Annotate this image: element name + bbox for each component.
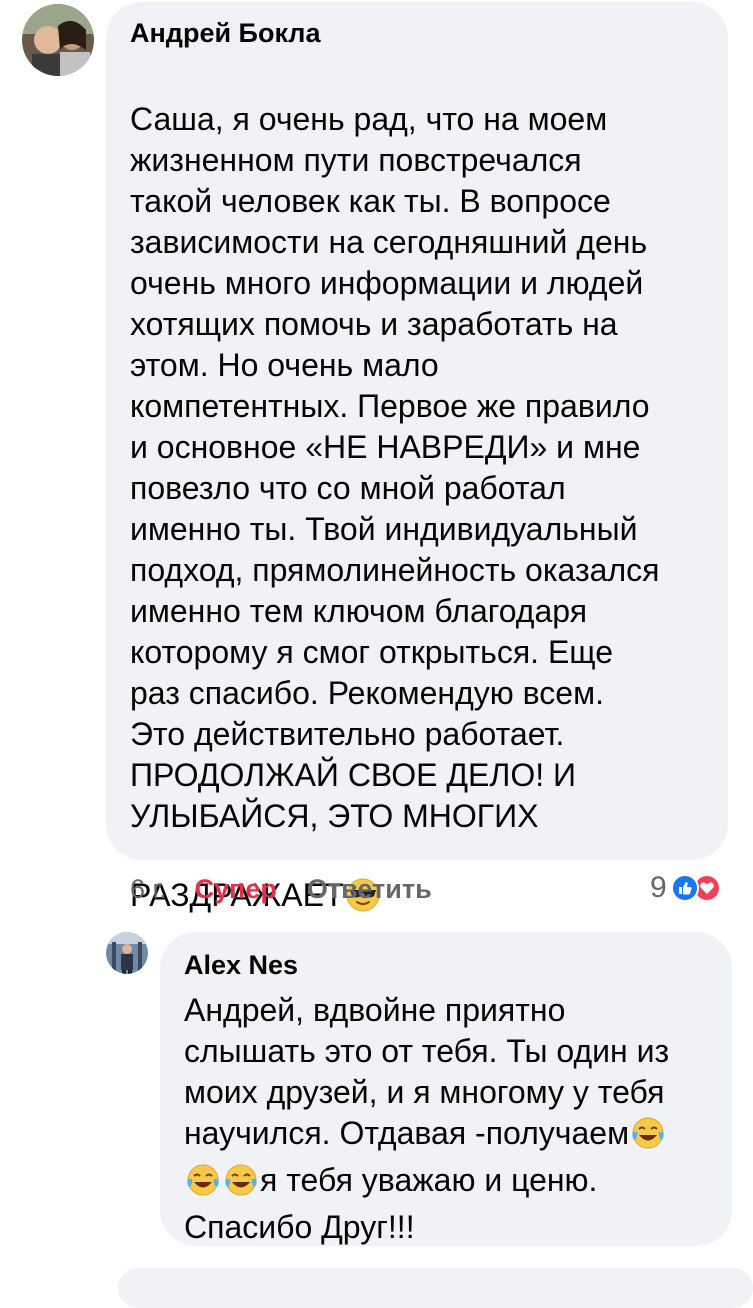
- profile-photo-icon: [22, 4, 94, 76]
- comment-bubble: Андрей Бокла Саша, я очень рад, что на м…: [106, 2, 728, 913]
- comment-text: Саша, я очень рад, что на моем жизненном…: [130, 58, 728, 922]
- reply-text: Андрей, вдвойне приятно слышать это от т…: [184, 990, 732, 1248]
- reply-line: Спасибо Друг!!!: [184, 1209, 415, 1245]
- reply-line-text: я тебя уважаю и ценю.: [260, 1162, 598, 1198]
- reply-line: научился. Отдавая -получаем: [184, 1113, 732, 1160]
- avatar-andrey[interactable]: [22, 4, 94, 76]
- comment-time[interactable]: 6 г.: [130, 874, 167, 905]
- reply-author[interactable]: Alex Nes: [184, 948, 732, 982]
- reaction-summary[interactable]: 9: [650, 871, 721, 905]
- tears-of-joy-emoji-icon: [186, 1163, 220, 1207]
- avatar-alex[interactable]: [106, 932, 148, 974]
- comment-actions: 6 г. Супер Ответить: [130, 872, 432, 906]
- reaction-count: 9: [650, 871, 667, 904]
- tears-of-joy-emoji-icon: [631, 1116, 665, 1160]
- reply-button[interactable]: Ответить: [307, 874, 432, 905]
- reply-line: Андрей, вдвойне приятно: [184, 992, 566, 1028]
- reply-line: моих друзей, и я многому у тебя: [184, 1074, 665, 1110]
- comment-body: Саша, я очень рад, что на моем жизненном…: [130, 101, 660, 913]
- tears-of-joy-emoji-icon: [224, 1163, 258, 1207]
- like-icon: [670, 874, 699, 902]
- next-comment-bubble: [118, 1268, 753, 1308]
- reply-line: я тебя уважаю и ценю.: [184, 1160, 732, 1207]
- reply-line-text: научился. Отдавая -получаем: [184, 1115, 630, 1151]
- reply-line: слышать это от тебя. Ты один из: [184, 1033, 670, 1069]
- comment-author[interactable]: Андрей Бокла: [130, 16, 728, 50]
- reply-bubble: Alex Nes Андрей, вдвойне приятно слышать…: [160, 932, 732, 1246]
- profile-photo-icon: [106, 932, 148, 974]
- reaction-button[interactable]: Супер: [195, 874, 277, 905]
